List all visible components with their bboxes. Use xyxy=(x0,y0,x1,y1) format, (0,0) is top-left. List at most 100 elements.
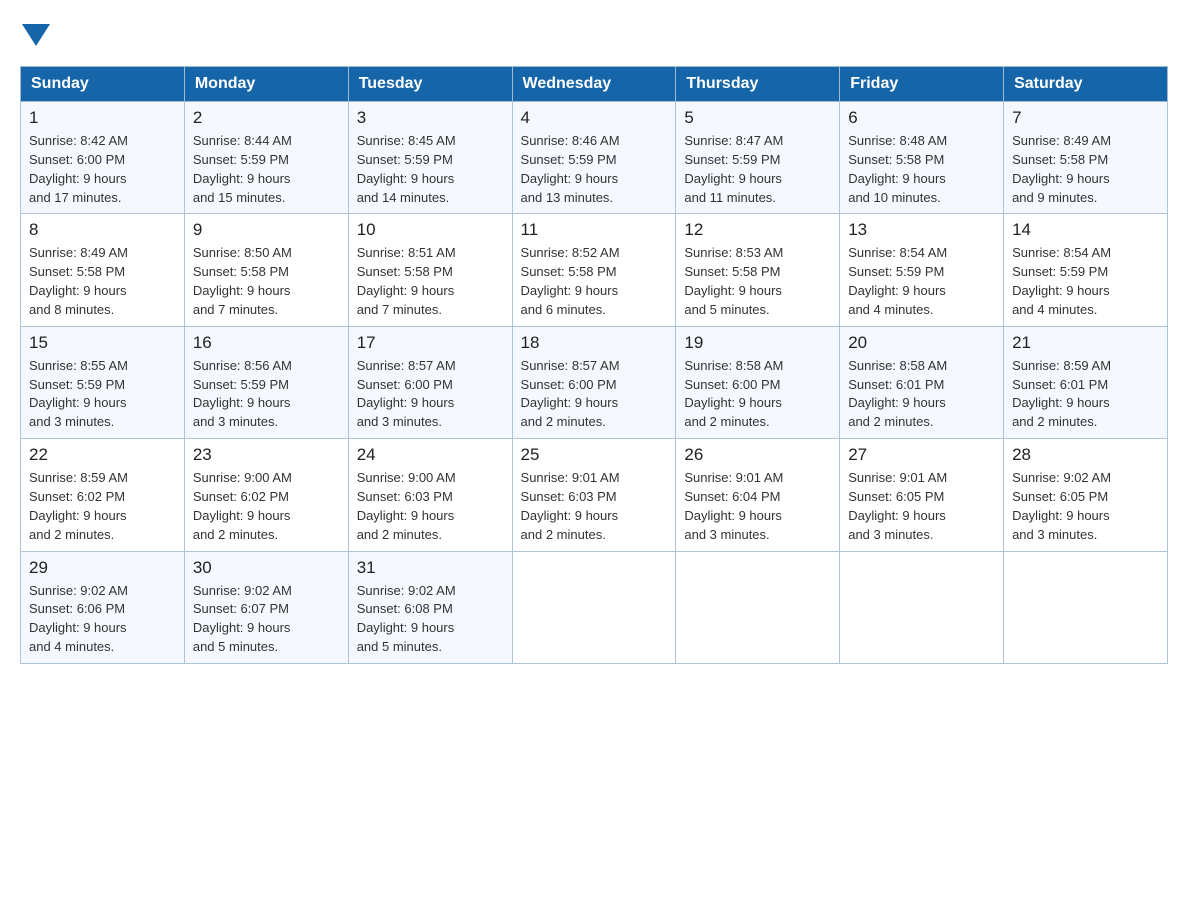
calendar-cell: 9 Sunrise: 8:50 AM Sunset: 5:58 PM Dayli… xyxy=(184,214,348,326)
calendar-week-row: 22 Sunrise: 8:59 AM Sunset: 6:02 PM Dayl… xyxy=(21,439,1168,551)
weekday-header-wednesday: Wednesday xyxy=(512,67,676,102)
day-info: Sunrise: 9:00 AM Sunset: 6:02 PM Dayligh… xyxy=(193,469,340,544)
day-number: 31 xyxy=(357,558,504,578)
calendar-cell: 4 Sunrise: 8:46 AM Sunset: 5:59 PM Dayli… xyxy=(512,102,676,214)
day-info: Sunrise: 9:02 AM Sunset: 6:05 PM Dayligh… xyxy=(1012,469,1159,544)
day-number: 12 xyxy=(684,220,831,240)
day-info: Sunrise: 8:59 AM Sunset: 6:01 PM Dayligh… xyxy=(1012,357,1159,432)
calendar-cell: 20 Sunrise: 8:58 AM Sunset: 6:01 PM Dayl… xyxy=(840,326,1004,438)
day-info: Sunrise: 8:48 AM Sunset: 5:58 PM Dayligh… xyxy=(848,132,995,207)
day-number: 17 xyxy=(357,333,504,353)
calendar-cell: 1 Sunrise: 8:42 AM Sunset: 6:00 PM Dayli… xyxy=(21,102,185,214)
day-info: Sunrise: 8:58 AM Sunset: 6:00 PM Dayligh… xyxy=(684,357,831,432)
calendar-cell: 17 Sunrise: 8:57 AM Sunset: 6:00 PM Dayl… xyxy=(348,326,512,438)
day-number: 27 xyxy=(848,445,995,465)
weekday-header-thursday: Thursday xyxy=(676,67,840,102)
day-number: 18 xyxy=(521,333,668,353)
logo-triangle-icon xyxy=(22,24,50,46)
day-info: Sunrise: 8:54 AM Sunset: 5:59 PM Dayligh… xyxy=(848,244,995,319)
calendar-cell: 3 Sunrise: 8:45 AM Sunset: 5:59 PM Dayli… xyxy=(348,102,512,214)
calendar-cell: 7 Sunrise: 8:49 AM Sunset: 5:58 PM Dayli… xyxy=(1004,102,1168,214)
day-number: 26 xyxy=(684,445,831,465)
calendar-cell xyxy=(1004,551,1168,663)
day-number: 1 xyxy=(29,108,176,128)
calendar-cell: 2 Sunrise: 8:44 AM Sunset: 5:59 PM Dayli… xyxy=(184,102,348,214)
day-number: 20 xyxy=(848,333,995,353)
calendar-table: SundayMondayTuesdayWednesdayThursdayFrid… xyxy=(20,66,1168,664)
day-info: Sunrise: 8:50 AM Sunset: 5:58 PM Dayligh… xyxy=(193,244,340,319)
calendar-cell: 18 Sunrise: 8:57 AM Sunset: 6:00 PM Dayl… xyxy=(512,326,676,438)
day-info: Sunrise: 8:56 AM Sunset: 5:59 PM Dayligh… xyxy=(193,357,340,432)
day-info: Sunrise: 9:02 AM Sunset: 6:06 PM Dayligh… xyxy=(29,582,176,657)
day-info: Sunrise: 8:52 AM Sunset: 5:58 PM Dayligh… xyxy=(521,244,668,319)
day-info: Sunrise: 9:01 AM Sunset: 6:04 PM Dayligh… xyxy=(684,469,831,544)
day-number: 6 xyxy=(848,108,995,128)
day-info: Sunrise: 8:47 AM Sunset: 5:59 PM Dayligh… xyxy=(684,132,831,207)
day-number: 11 xyxy=(521,220,668,240)
calendar-cell: 26 Sunrise: 9:01 AM Sunset: 6:04 PM Dayl… xyxy=(676,439,840,551)
day-number: 25 xyxy=(521,445,668,465)
day-number: 3 xyxy=(357,108,504,128)
calendar-cell: 14 Sunrise: 8:54 AM Sunset: 5:59 PM Dayl… xyxy=(1004,214,1168,326)
day-info: Sunrise: 8:51 AM Sunset: 5:58 PM Dayligh… xyxy=(357,244,504,319)
calendar-cell: 21 Sunrise: 8:59 AM Sunset: 6:01 PM Dayl… xyxy=(1004,326,1168,438)
day-number: 5 xyxy=(684,108,831,128)
day-number: 23 xyxy=(193,445,340,465)
calendar-cell: 10 Sunrise: 8:51 AM Sunset: 5:58 PM Dayl… xyxy=(348,214,512,326)
calendar-cell xyxy=(512,551,676,663)
weekday-header-friday: Friday xyxy=(840,67,1004,102)
calendar-cell: 30 Sunrise: 9:02 AM Sunset: 6:07 PM Dayl… xyxy=(184,551,348,663)
day-info: Sunrise: 8:55 AM Sunset: 5:59 PM Dayligh… xyxy=(29,357,176,432)
day-info: Sunrise: 9:00 AM Sunset: 6:03 PM Dayligh… xyxy=(357,469,504,544)
calendar-header-row: SundayMondayTuesdayWednesdayThursdayFrid… xyxy=(21,67,1168,102)
day-info: Sunrise: 8:49 AM Sunset: 5:58 PM Dayligh… xyxy=(29,244,176,319)
calendar-cell xyxy=(676,551,840,663)
day-info: Sunrise: 9:01 AM Sunset: 6:05 PM Dayligh… xyxy=(848,469,995,544)
day-info: Sunrise: 8:58 AM Sunset: 6:01 PM Dayligh… xyxy=(848,357,995,432)
calendar-cell: 5 Sunrise: 8:47 AM Sunset: 5:59 PM Dayli… xyxy=(676,102,840,214)
calendar-cell: 27 Sunrise: 9:01 AM Sunset: 6:05 PM Dayl… xyxy=(840,439,1004,551)
calendar-cell: 16 Sunrise: 8:56 AM Sunset: 5:59 PM Dayl… xyxy=(184,326,348,438)
day-info: Sunrise: 8:54 AM Sunset: 5:59 PM Dayligh… xyxy=(1012,244,1159,319)
day-info: Sunrise: 9:02 AM Sunset: 6:07 PM Dayligh… xyxy=(193,582,340,657)
day-number: 13 xyxy=(848,220,995,240)
calendar-cell: 11 Sunrise: 8:52 AM Sunset: 5:58 PM Dayl… xyxy=(512,214,676,326)
weekday-header-tuesday: Tuesday xyxy=(348,67,512,102)
calendar-cell: 31 Sunrise: 9:02 AM Sunset: 6:08 PM Dayl… xyxy=(348,551,512,663)
calendar-cell: 8 Sunrise: 8:49 AM Sunset: 5:58 PM Dayli… xyxy=(21,214,185,326)
day-info: Sunrise: 9:01 AM Sunset: 6:03 PM Dayligh… xyxy=(521,469,668,544)
weekday-header-monday: Monday xyxy=(184,67,348,102)
day-info: Sunrise: 8:44 AM Sunset: 5:59 PM Dayligh… xyxy=(193,132,340,207)
calendar-cell: 12 Sunrise: 8:53 AM Sunset: 5:58 PM Dayl… xyxy=(676,214,840,326)
calendar-week-row: 1 Sunrise: 8:42 AM Sunset: 6:00 PM Dayli… xyxy=(21,102,1168,214)
day-number: 8 xyxy=(29,220,176,240)
day-number: 9 xyxy=(193,220,340,240)
day-info: Sunrise: 8:57 AM Sunset: 6:00 PM Dayligh… xyxy=(357,357,504,432)
day-number: 16 xyxy=(193,333,340,353)
day-number: 29 xyxy=(29,558,176,578)
day-info: Sunrise: 9:02 AM Sunset: 6:08 PM Dayligh… xyxy=(357,582,504,657)
calendar-cell: 28 Sunrise: 9:02 AM Sunset: 6:05 PM Dayl… xyxy=(1004,439,1168,551)
calendar-cell: 6 Sunrise: 8:48 AM Sunset: 5:58 PM Dayli… xyxy=(840,102,1004,214)
day-info: Sunrise: 8:57 AM Sunset: 6:00 PM Dayligh… xyxy=(521,357,668,432)
day-info: Sunrise: 8:53 AM Sunset: 5:58 PM Dayligh… xyxy=(684,244,831,319)
page-header xyxy=(20,20,1168,46)
calendar-cell: 22 Sunrise: 8:59 AM Sunset: 6:02 PM Dayl… xyxy=(21,439,185,551)
calendar-week-row: 15 Sunrise: 8:55 AM Sunset: 5:59 PM Dayl… xyxy=(21,326,1168,438)
day-number: 22 xyxy=(29,445,176,465)
calendar-week-row: 29 Sunrise: 9:02 AM Sunset: 6:06 PM Dayl… xyxy=(21,551,1168,663)
calendar-cell: 15 Sunrise: 8:55 AM Sunset: 5:59 PM Dayl… xyxy=(21,326,185,438)
calendar-week-row: 8 Sunrise: 8:49 AM Sunset: 5:58 PM Dayli… xyxy=(21,214,1168,326)
calendar-cell: 19 Sunrise: 8:58 AM Sunset: 6:00 PM Dayl… xyxy=(676,326,840,438)
calendar-cell: 13 Sunrise: 8:54 AM Sunset: 5:59 PM Dayl… xyxy=(840,214,1004,326)
day-info: Sunrise: 8:45 AM Sunset: 5:59 PM Dayligh… xyxy=(357,132,504,207)
calendar-cell: 24 Sunrise: 9:00 AM Sunset: 6:03 PM Dayl… xyxy=(348,439,512,551)
calendar-cell: 23 Sunrise: 9:00 AM Sunset: 6:02 PM Dayl… xyxy=(184,439,348,551)
day-number: 24 xyxy=(357,445,504,465)
day-number: 4 xyxy=(521,108,668,128)
calendar-cell xyxy=(840,551,1004,663)
day-number: 2 xyxy=(193,108,340,128)
day-number: 10 xyxy=(357,220,504,240)
logo xyxy=(20,20,50,46)
day-info: Sunrise: 8:49 AM Sunset: 5:58 PM Dayligh… xyxy=(1012,132,1159,207)
